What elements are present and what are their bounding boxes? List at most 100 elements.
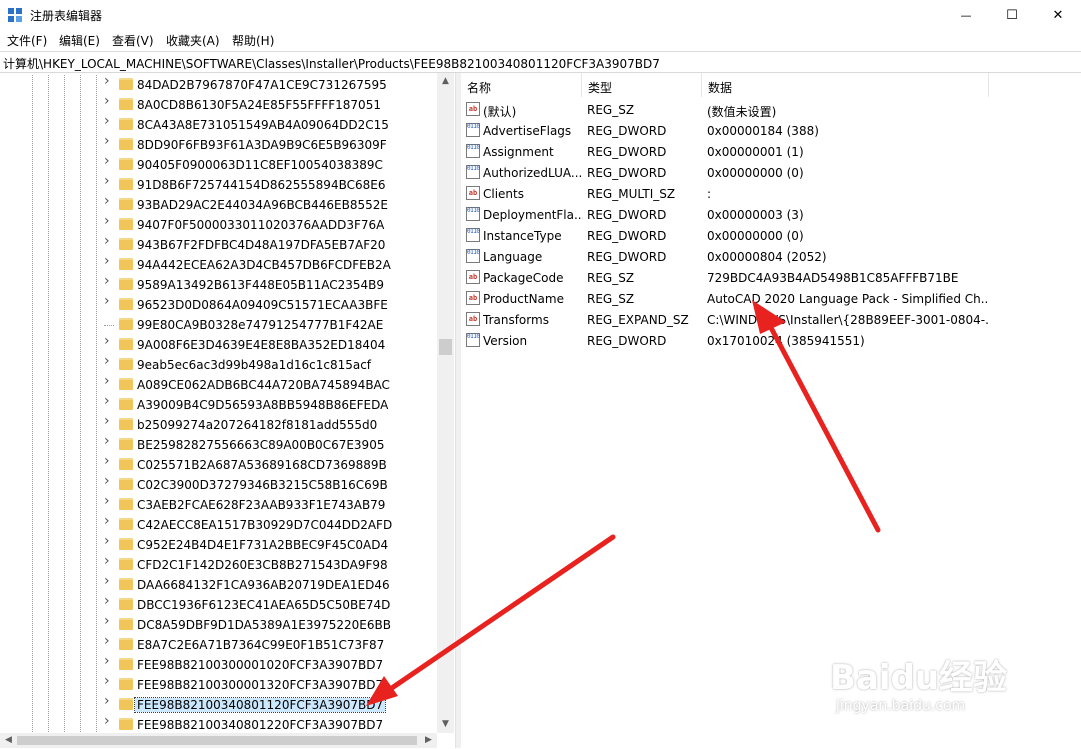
menu-view[interactable]: 查看(V)	[112, 32, 154, 49]
chevron-right-icon[interactable]: ›	[104, 414, 114, 428]
tree-item[interactable]: › C3AEB2FCAE628F23AAB933F1E743AB79	[0, 494, 437, 515]
chevron-right-icon[interactable]: ›	[104, 534, 114, 548]
chevron-right-icon[interactable]: ›	[104, 114, 114, 128]
tree-item[interactable]: › 94A442ECEA62A3D4CB457DB6FCDFEB2A	[0, 254, 437, 275]
column-header-name[interactable]: 名称	[461, 73, 582, 97]
value-row[interactable]: ab (默认) REG_SZ (数值未设置)	[461, 99, 1081, 120]
tree-item-label[interactable]: 94A442ECEA62A3D4CB457DB6FCDFEB2A	[137, 258, 391, 272]
scroll-left-icon[interactable]: ◀	[0, 732, 17, 749]
value-row[interactable]: 0110 InstanceType REG_DWORD 0x00000000 (0)	[461, 225, 1081, 246]
tree-item-label[interactable]: E8A7C2E6A71B7364C99E0F1B51C73F87	[137, 638, 384, 652]
tree-item[interactable]: › C952E24B4D4E1F731A2BBEC9F45C0AD4	[0, 534, 437, 555]
tree-item-label[interactable]: FEE98B82100340801220FCF3A3907BD7	[137, 718, 383, 732]
tree-item-label[interactable]: CFD2C1F142D260E3CB8B271543DA9F98	[137, 558, 388, 572]
chevron-right-icon[interactable]: ›	[104, 274, 114, 288]
tree-item[interactable]: › DBCC1936F6123EC41AEA65D5C50BE74D	[0, 594, 437, 615]
tree-item-label[interactable]: 943B67F2FDFBC4D48A197DFA5EB7AF20	[137, 238, 385, 252]
tree-item-label[interactable]: FEE98B82100300001320FCF3A3907BD7	[137, 678, 383, 692]
tree-item[interactable]: › 84DAD2B7967870F47A1CE9C731267595	[0, 74, 437, 95]
tree-item-label[interactable]: 99E80CA9B0328e74791254777B1F42AE	[137, 318, 383, 332]
tree-item[interactable]: › 9589A13492B613F448E05B11AC2354B9	[0, 274, 437, 295]
chevron-right-icon[interactable]: ›	[104, 334, 114, 348]
column-header-type[interactable]: 类型	[582, 73, 702, 97]
value-row[interactable]: 0110 AdvertiseFlags REG_DWORD 0x00000184 (3…	[461, 120, 1081, 141]
key-tree[interactable]: › 84DAD2B7967870F47A1CE9C731267595 › 8A0CD8…	[0, 73, 454, 733]
value-row[interactable]: 0110 AuthorizedLUA... REG_DWORD 0x00000000 …	[461, 162, 1081, 183]
tree-item[interactable]: › 8DD90F6FB93F61A3DA9B9C6E5B96309F	[0, 134, 437, 155]
tree-item-label[interactable]: C42AECC8EA1517B30929D7C044DD2AFD	[137, 518, 392, 532]
tree-item[interactable]: › A39009B4C9D56593A8BB5948B86EFEDA	[0, 394, 437, 415]
value-row[interactable]: 0110 Language REG_DWORD 0x00000804 (2052)	[461, 246, 1081, 267]
value-row[interactable]: ab Transforms REG_EXPAND_SZ C:\WINDOWS\Inst…	[461, 309, 1081, 330]
tree-item-label[interactable]: 93BAD29AC2E44034A96BCB446EB8552E	[137, 198, 388, 212]
tree-item[interactable]: › 943B67F2FDFBC4D48A197DFA5EB7AF20	[0, 234, 437, 255]
tree-item-label[interactable]: 90405F0900063D11C8EF10054038389C	[137, 158, 383, 172]
tree-item[interactable]: › 8A0CD8B6130F5A24E85F55FFFF187051	[0, 94, 437, 115]
tree-item-label[interactable]: 9589A13492B613F448E05B11AC2354B9	[137, 278, 384, 292]
close-button[interactable]: ✕	[1035, 0, 1081, 30]
tree-item[interactable]: › DAA6684132F1CA936AB20719DEA1ED46	[0, 574, 437, 595]
minimize-button[interactable]: —	[943, 0, 989, 30]
chevron-right-icon[interactable]: ›	[104, 194, 114, 208]
tree-item-label[interactable]: DAA6684132F1CA936AB20719DEA1ED46	[137, 578, 390, 592]
value-row[interactable]: ab PackageCode REG_SZ 729BDC4A93B4AD5498B1C…	[461, 267, 1081, 288]
chevron-right-icon[interactable]: ›	[104, 134, 114, 148]
tree-item-label[interactable]: DBCC1936F6123EC41AEA65D5C50BE74D	[137, 598, 390, 612]
tree-item[interactable]: › 9eab5ec6ac3d99b498a1d16c1c815acf	[0, 354, 437, 375]
value-row[interactable]: ab Clients REG_MULTI_SZ:	[461, 183, 1081, 204]
tree-item-label[interactable]: FEE98B82100340801120FCF3A3907BD7	[133, 697, 387, 713]
chevron-right-icon[interactable]: ›	[104, 714, 114, 728]
tree-item[interactable]: › FEE98B82100340801220FCF3A3907BD7	[0, 714, 437, 733]
tree-item[interactable]: › E8A7C2E6A71B7364C99E0F1B51C73F87	[0, 634, 437, 655]
tree-item-label[interactable]: C3AEB2FCAE628F23AAB933F1E743AB79	[137, 498, 385, 512]
tree-item-label[interactable]: 9407F0F5000033011020376AADD3F76A	[137, 218, 384, 232]
tree-item[interactable]: › 93BAD29AC2E44034A96BCB446EB8552E	[0, 194, 437, 215]
chevron-right-icon[interactable]: ›	[104, 234, 114, 248]
tree-item-label[interactable]: A089CE062ADB6BC44A720BA745894BAC	[137, 378, 390, 392]
column-header-data[interactable]: 数据	[702, 73, 989, 97]
chevron-right-icon[interactable]: ›	[104, 454, 114, 468]
tree-item[interactable]: › A089CE062ADB6BC44A720BA745894BAC	[0, 374, 437, 395]
tree-item[interactable]: › BE25982827556663C89A00B0C67E3905	[0, 434, 437, 455]
address-path[interactable]: 计算机\HKEY_LOCAL_MACHINE\SOFTWARE\Classes\…	[3, 55, 660, 72]
tree-item-label[interactable]: A39009B4C9D56593A8BB5948B86EFEDA	[137, 398, 388, 412]
chevron-right-icon[interactable]: ›	[104, 174, 114, 188]
chevron-right-icon[interactable]: ›	[104, 574, 114, 588]
tree-item[interactable]: › 8CA43A8E731051549AB4A09064DD2C15	[0, 114, 437, 135]
chevron-right-icon[interactable]: ›	[104, 674, 114, 688]
tree-item[interactable]: › DC8A59DBF9D1DA5389A1E3975220E6BB	[0, 614, 437, 635]
chevron-right-icon[interactable]: ›	[104, 634, 114, 648]
menu-help[interactable]: 帮助(H)	[232, 32, 274, 49]
tree-item-label[interactable]: 8CA43A8E731051549AB4A09064DD2C15	[137, 118, 389, 132]
chevron-right-icon[interactable]: ›	[104, 594, 114, 608]
tree-item[interactable]: › 96523D0D0864A09409C51571ECAA3BFE	[0, 294, 437, 315]
tree-item[interactable]: › 90405F0900063D11C8EF10054038389C	[0, 154, 437, 175]
tree-item[interactable]: › 9407F0F5000033011020376AADD3F76A	[0, 214, 437, 235]
chevron-right-icon[interactable]: ›	[104, 654, 114, 668]
tree-item[interactable]: › C02C3900D37279346B3215C58B16C69B	[0, 474, 437, 495]
tree-item[interactable]: › FEE98B82100340801120FCF3A3907BD7	[0, 694, 437, 715]
chevron-right-icon[interactable]: ›	[104, 294, 114, 308]
tree-item[interactable]: › 9A008F6E3D4639E4E8E8BA352ED18404	[0, 334, 437, 355]
tree-item[interactable]: 99E80CA9B0328e74791254777B1F42AE	[0, 315, 437, 335]
tree-horizontal-scrollbar[interactable]: ◀ ▶	[0, 733, 437, 748]
maximize-button[interactable]: ☐	[989, 0, 1035, 30]
values-pane[interactable]: 名称 类型 数据 ab (默认) REG_SZ (数值未设置) 0110 Advertis…	[461, 73, 1081, 748]
tree-item-label[interactable]: FEE98B82100300001020FCF3A3907BD7	[137, 658, 383, 672]
scroll-thumb[interactable]	[439, 339, 452, 355]
value-row[interactable]: 0110 Version REG_DWORD 0x17010024 (38594155…	[461, 330, 1081, 351]
value-row[interactable]: 0110 Assignment REG_DWORD 0x00000001 (1)	[461, 141, 1081, 162]
chevron-right-icon[interactable]: ›	[104, 474, 114, 488]
tree-item-label[interactable]: 8DD90F6FB93F61A3DA9B9C6E5B96309F	[137, 138, 387, 152]
chevron-right-icon[interactable]: ›	[104, 214, 114, 228]
chevron-right-icon[interactable]: ›	[104, 154, 114, 168]
menu-file[interactable]: 文件(F)	[7, 32, 47, 49]
chevron-right-icon[interactable]: ›	[104, 614, 114, 628]
tree-item-label[interactable]: C025571B2A687A53689168CD7369889B	[137, 458, 387, 472]
tree-item[interactable]: › C42AECC8EA1517B30929D7C044DD2AFD	[0, 514, 437, 535]
chevron-right-icon[interactable]: ›	[104, 394, 114, 408]
chevron-right-icon[interactable]: ›	[104, 514, 114, 528]
scroll-thumb[interactable]	[17, 736, 417, 745]
tree-item-label[interactable]: C02C3900D37279346B3215C58B16C69B	[137, 478, 388, 492]
address-bar[interactable]: 计算机\HKEY_LOCAL_MACHINE\SOFTWARE\Classes\…	[0, 51, 1081, 73]
